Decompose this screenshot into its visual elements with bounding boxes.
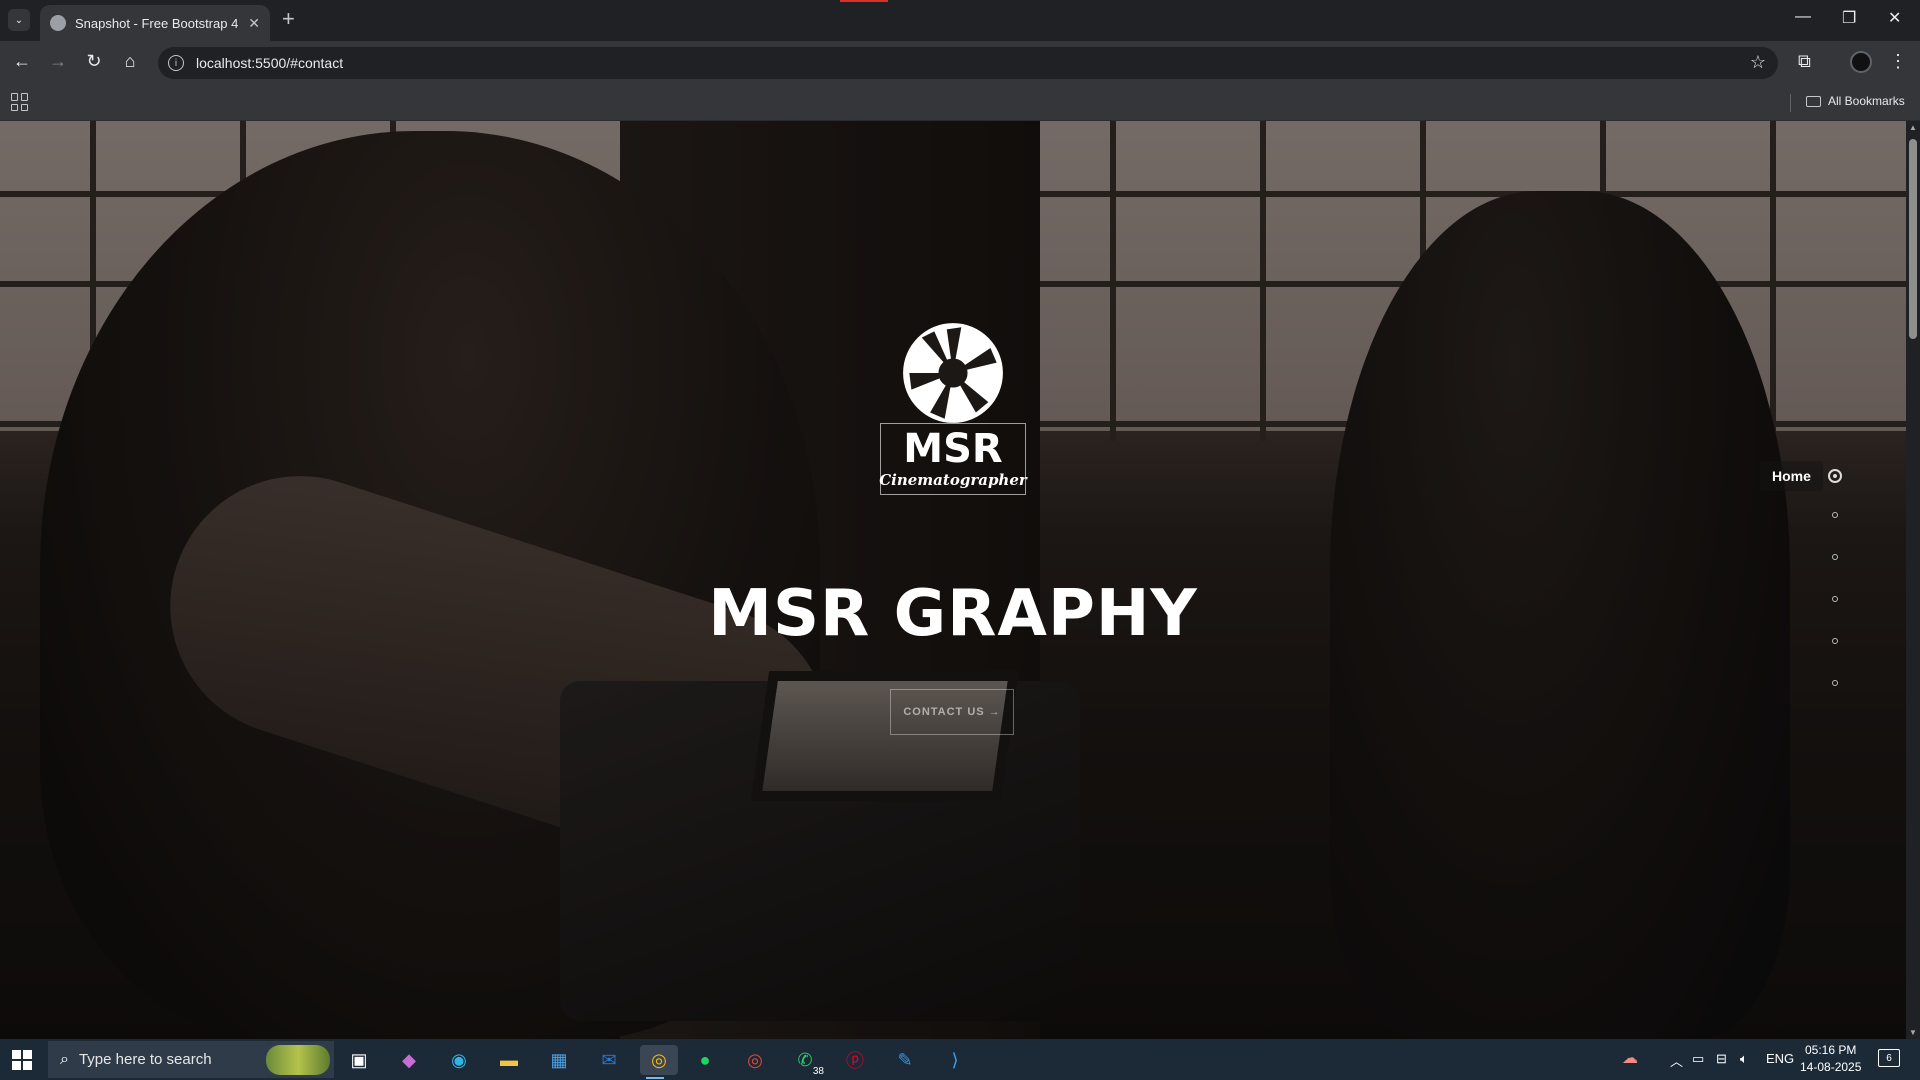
aperture-logo-icon [903,323,1003,423]
arrow-right-icon: → [49,51,67,71]
bookmarks-separator [1790,94,1791,112]
home-button[interactable]: ⌂ [118,51,142,72]
star-icon[interactable]: ☆ [1750,52,1766,73]
pinterest-icon[interactable]: ⓟ [840,1045,870,1075]
windows-taskbar: ⌕ Type here to search ▣ ◆ ◉ ▬ ▦ ✉ ◎ ● ◎ … [0,1039,1920,1080]
search-icon: ⌕ [60,1050,69,1068]
bookmarks-bar: All Bookmarks [0,85,1920,121]
scroll-up-arrow-icon[interactable]: ▲ [1909,123,1917,132]
windows-start-icon[interactable] [12,1050,32,1070]
clock-date: 14-08-2025 [1800,1060,1862,1074]
all-bookmarks-button[interactable]: All Bookmarks [1806,94,1905,108]
address-bar[interactable]: i localhost:5500/#contact ☆ [158,47,1778,79]
microsoft-store-icon[interactable]: ▦ [544,1045,574,1075]
sidenav-dot[interactable] [1832,596,1838,602]
sidenav-dot[interactable] [1832,512,1838,518]
weather-widget-icon[interactable]: ☁ [1622,1048,1638,1068]
page-scrollbar[interactable]: ▲ ▼ [1906,121,1920,1039]
copilot-icon[interactable]: ◆ [394,1045,424,1075]
close-window-button[interactable]: ✕ [1888,8,1901,28]
scroll-down-arrow-icon[interactable]: ▼ [1909,1028,1917,1037]
tab-search-button[interactable]: ⌄ [8,9,30,31]
active-tab[interactable]: Snapshot - Free Bootstrap 4 Te ✕ [40,5,270,41]
clock-time: 05:16 PM [1805,1043,1857,1057]
home-icon: ⌂ [124,51,136,71]
logo-text-box: MSR Cinematographer [879,423,1027,495]
aperture-icon [50,15,66,31]
notification-center-icon[interactable]: 6 [1878,1049,1900,1067]
restore-button[interactable]: ❐ [1842,8,1856,28]
language-indicator[interactable]: ENG [1766,1051,1794,1066]
folder-icon [1806,95,1821,107]
profile-avatar[interactable] [1850,51,1872,73]
sidenav-dot[interactable] [1832,554,1838,560]
notification-count: 6 [1886,1052,1892,1064]
sidenav-dot[interactable] [1832,680,1838,686]
browser-toolbar: ← → ↻ ⌂ i localhost:5500/#contact ☆ ⧉ ⋮ [0,41,1920,85]
edge-icon[interactable]: ◉ [444,1045,474,1075]
logo-title: MSR [903,426,1003,472]
sidenav-dot-home[interactable] [1828,469,1842,483]
network-icon[interactable]: ⊟ [1716,1051,1727,1067]
site-info-icon[interactable]: i [168,55,184,71]
tab-strip: ⌄ Snapshot - Free Bootstrap 4 Te ✕ + — ❐… [0,0,1920,41]
task-view-icon[interactable]: ▣ [344,1045,374,1075]
back-button[interactable]: ← [10,51,34,72]
taskbar-search-placeholder: Type here to search [78,1051,212,1068]
chrome-profile-icon[interactable]: ◎ [740,1045,770,1075]
arrow-left-icon: ← [13,51,31,71]
taskbar-search-box[interactable]: ⌕ Type here to search [48,1041,334,1078]
chevron-up-icon[interactable]: ︿ [1670,1051,1683,1070]
sidenav-dot[interactable] [1832,638,1838,644]
chevron-down-icon: ⌄ [14,14,24,26]
tab-title: Snapshot - Free Bootstrap 4 Te [75,15,240,31]
hero-title: MSR GRAPHY [708,577,1198,651]
whatsapp-badge: 38 [810,1066,826,1077]
page-viewport: MSR Cinematographer MSR GRAPHY CONTACT U… [0,121,1906,1039]
contact-us-button[interactable]: CONTACT US → [890,689,1014,735]
search-highlight-image [266,1045,330,1075]
reload-button[interactable]: ↻ [82,51,106,72]
puzzle-icon[interactable]: ⧉ [1798,51,1811,72]
apps-grid-icon[interactable] [11,93,29,111]
minimize-button[interactable]: — [1795,8,1811,26]
scrollbar-thumb[interactable] [1909,139,1917,339]
system-clock[interactable]: 05:16 PM 14-08-2025 [1800,1042,1861,1076]
vscode-icon[interactable]: ⟩ [940,1045,970,1075]
logo-subtitle: Cinematographer [879,471,1027,489]
reload-icon: ↻ [86,51,102,71]
new-tab-button[interactable]: + [282,8,295,30]
site-logo[interactable]: MSR Cinematographer [879,321,1027,505]
all-bookmarks-label: All Bookmarks [1828,94,1905,108]
close-tab-icon[interactable]: ✕ [248,15,260,32]
spotify-icon[interactable]: ● [690,1045,720,1075]
kebab-menu-icon[interactable]: ⋮ [1889,51,1907,72]
file-explorer-icon[interactable]: ▬ [494,1045,524,1075]
chrome-icon[interactable]: ◎ [640,1045,678,1079]
url-text: localhost:5500/#contact [196,55,344,71]
paint-icon[interactable]: ✎ [890,1045,920,1075]
forward-button[interactable]: → [46,51,70,72]
meet-now-icon[interactable]: ▭ [1692,1051,1704,1067]
volume-icon[interactable]: 🔈︎ [1740,1051,1748,1067]
sidenav-active-label[interactable]: Home [1760,461,1823,491]
outlook-icon[interactable]: ✉ [594,1045,624,1075]
whatsapp-icon[interactable]: ✆ 38 [790,1045,826,1077]
recording-indicator [840,0,888,2]
